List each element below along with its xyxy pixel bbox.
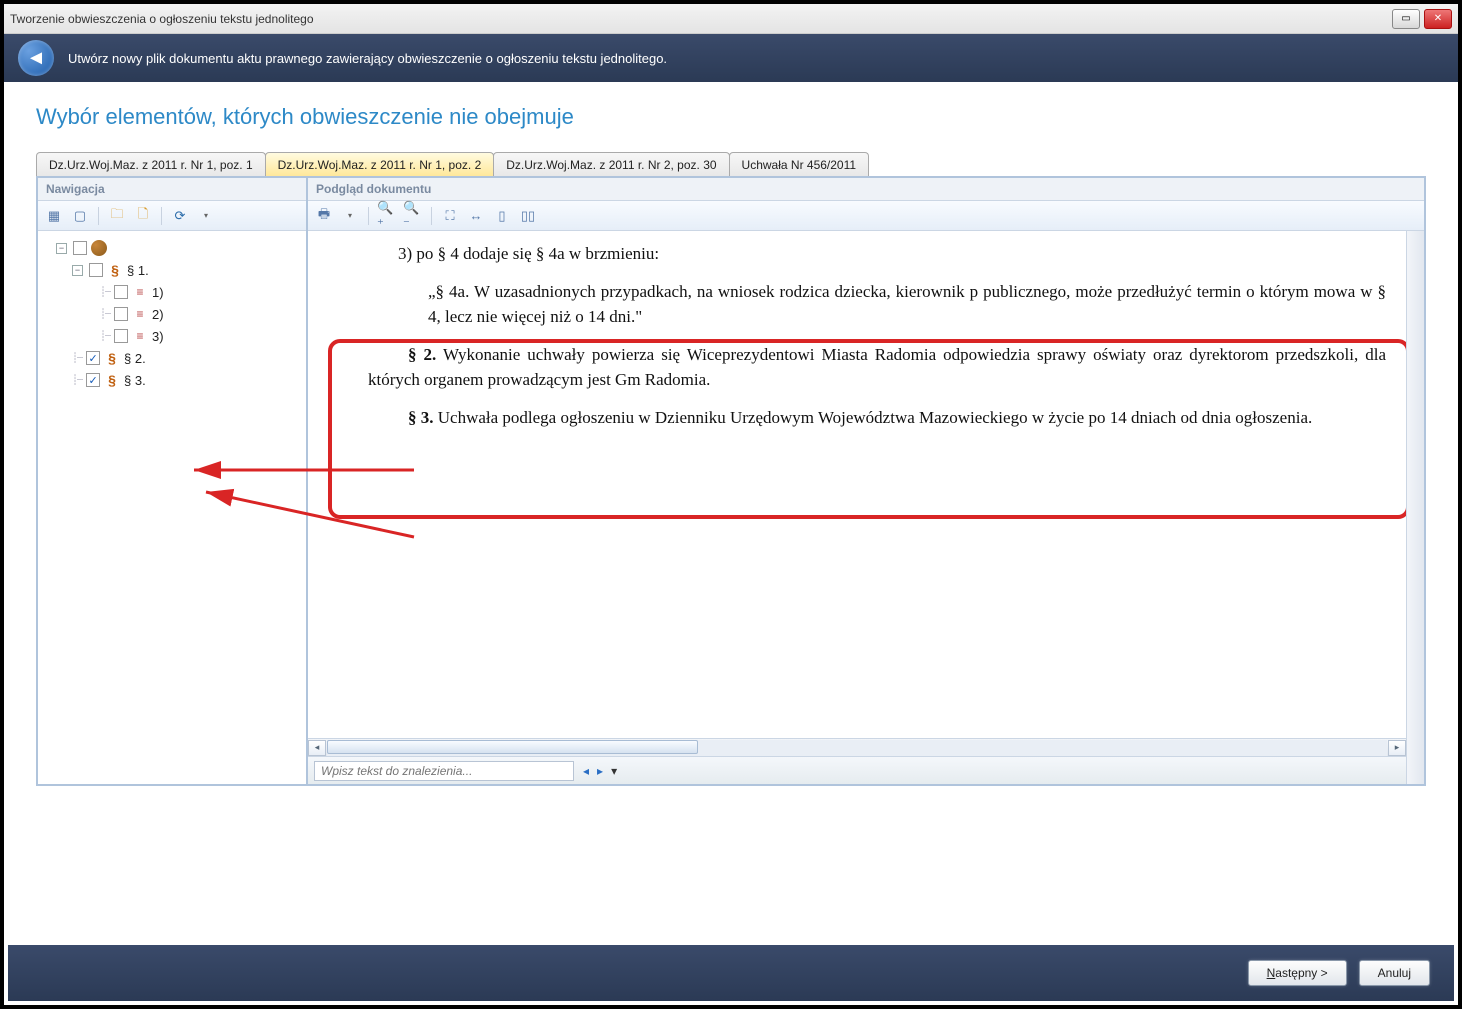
scroll-left-icon[interactable]: ◂ (308, 740, 326, 756)
nav-tool-folder-icon[interactable]: 🗀 (107, 206, 127, 226)
paragraph-icon: § (104, 350, 120, 366)
toolbar-separator (431, 207, 432, 225)
titlebar: Tworzenie obwieszczenia o ogłoszeniu tek… (4, 4, 1458, 34)
tree-row-s1-1[interactable]: ┊┄ ✓ ≡ 1) (44, 281, 300, 303)
nav-tool-dropdown-icon[interactable]: ▾ (196, 206, 216, 226)
tree-collapse-icon[interactable]: − (56, 243, 67, 254)
cancel-button[interactable]: Anuluj (1359, 960, 1430, 986)
search-prev-icon[interactable]: ◂ (580, 764, 592, 778)
tree-row-s1-3[interactable]: ┊┄ ✓ ≡ 3) (44, 325, 300, 347)
tree-connector: ┊┄ (72, 375, 82, 386)
paragraph-icon: § (107, 262, 123, 278)
tree-checkbox-checked[interactable]: ✓ (86, 351, 100, 365)
search-input[interactable] (314, 761, 574, 781)
nav-tool-expand-icon[interactable]: ▦ (44, 206, 64, 226)
tree-row-s2[interactable]: ┊┄ ✓ § § 2. (44, 347, 300, 369)
close-button[interactable]: ✕ (1424, 9, 1452, 29)
nav-tool-collapse-icon[interactable]: ▢ (70, 206, 90, 226)
tree-checkbox-checked[interactable]: ✓ (86, 373, 100, 387)
tree-connector: ┊┄ (100, 287, 110, 298)
doc-view[interactable]: 3) po § 4 dodaje się § 4a w brzmieniu: „… (308, 231, 1406, 738)
horizontal-scrollbar[interactable]: ◂ ▸ (308, 738, 1406, 756)
print-icon[interactable]: 🖶 (314, 206, 334, 226)
list-icon: ≡ (132, 306, 148, 322)
footer-bar: Następny > Anuluj (8, 945, 1454, 1001)
doc-s2-text: Wykonanie uchwały powierza się Wiceprezy… (368, 345, 1386, 390)
tree-checkbox[interactable]: ✓ (73, 241, 87, 255)
globe-icon (91, 240, 107, 256)
tree-checkbox[interactable]: ✓ (114, 285, 128, 299)
tree-connector: ┊┄ (100, 309, 110, 320)
tree-row-s3[interactable]: ┊┄ ✓ § § 3. (44, 369, 300, 391)
banner: ◄ Utwórz nowy plik dokumentu aktu prawne… (4, 34, 1458, 82)
tab-0[interactable]: Dz.Urz.Woj.Maz. z 2011 r. Nr 1, poz. 1 (36, 152, 266, 176)
back-button[interactable]: ◄ (18, 40, 54, 76)
tab-2[interactable]: Dz.Urz.Woj.Maz. z 2011 r. Nr 2, poz. 30 (493, 152, 729, 176)
scroll-right-icon[interactable]: ▸ (1388, 740, 1406, 756)
tree-connector: ┊┄ (100, 331, 110, 342)
tree-label: § 3. (124, 373, 146, 388)
fit-width-icon[interactable]: ↔ (466, 206, 486, 226)
tree-label: § 2. (124, 351, 146, 366)
tree-label: § 1. (127, 263, 149, 278)
vertical-scrollbar[interactable] (1406, 231, 1424, 784)
nav-tree: − ✓ − ✓ § § 1. ┊┄ ✓ ≡ 1) ┊┄ (38, 231, 306, 784)
tab-1[interactable]: Dz.Urz.Woj.Maz. z 2011 r. Nr 1, poz. 2 (265, 152, 495, 176)
tree-checkbox[interactable]: ✓ (114, 329, 128, 343)
doc-toolbar: 🖶 ▾ 🔍⁺ 🔍⁻ ⛶ ↔ ▯ ▯▯ (308, 201, 1424, 231)
zoom-out-icon[interactable]: 🔍⁻ (403, 206, 423, 226)
search-next-icon[interactable]: ▸ (594, 764, 606, 778)
minimize-button[interactable]: ▭ (1392, 9, 1420, 29)
zoom-in-icon[interactable]: 🔍⁺ (377, 206, 397, 226)
section-title: Wybór elementów, których obwieszczenie n… (36, 104, 1426, 130)
list-icon: ≡ (132, 328, 148, 344)
doc-s3-num: § 3. (408, 408, 434, 427)
print-dropdown-icon[interactable]: ▾ (340, 206, 360, 226)
tabs-row: Dz.Urz.Woj.Maz. z 2011 r. Nr 1, poz. 1 D… (36, 152, 1426, 176)
toolbar-separator (368, 207, 369, 225)
doc-para-s3: § 3. Uchwała podlega ogłoszeniu w Dzienn… (328, 405, 1386, 431)
tree-label: 3) (152, 329, 164, 344)
doc-line-3: 3) po § 4 dodaje się § 4a w brzmieniu: (328, 241, 1386, 267)
tree-label: 1) (152, 285, 164, 300)
fit-page-icon[interactable]: ⛶ (440, 206, 460, 226)
single-page-icon[interactable]: ▯ (492, 206, 512, 226)
toolbar-separator (161, 207, 162, 225)
doc-para-s2: § 2. Wykonanie uchwały powierza się Wice… (328, 342, 1386, 393)
two-page-icon[interactable]: ▯▯ (518, 206, 538, 226)
doc-panel: Podgląd dokumentu 🖶 ▾ 🔍⁺ 🔍⁻ ⛶ ↔ ▯ ▯▯ 3) … (307, 177, 1425, 785)
tree-connector: ┊┄ (72, 353, 82, 364)
next-button[interactable]: Następny > (1248, 960, 1347, 986)
doc-line-4a: „§ 4a. W uzasadnionych przypadkach, na w… (328, 279, 1386, 330)
banner-text: Utwórz nowy plik dokumentu aktu prawnego… (68, 51, 667, 66)
tree-checkbox[interactable]: ✓ (114, 307, 128, 321)
tree-row-s1-2[interactable]: ┊┄ ✓ ≡ 2) (44, 303, 300, 325)
tree-collapse-icon[interactable]: − (72, 265, 83, 276)
doc-s2-num: § 2. (408, 345, 436, 364)
nav-toolbar: ▦ ▢ 🗀 🗋 ⟳ ▾ (38, 201, 306, 231)
nav-panel: Nawigacja ▦ ▢ 🗀 🗋 ⟳ ▾ − ✓ − ✓ (37, 177, 307, 785)
list-icon: ≡ (132, 284, 148, 300)
nav-tool-refresh-icon[interactable]: ⟳ (170, 206, 190, 226)
tree-row-root[interactable]: − ✓ (44, 237, 300, 259)
doc-s3-text: Uchwała podlega ogłoszeniu w Dzienniku U… (434, 408, 1313, 427)
tree-label: 2) (152, 307, 164, 322)
paragraph-icon: § (104, 372, 120, 388)
nav-tool-add-icon[interactable]: 🗋 (133, 206, 153, 226)
toolbar-separator (98, 207, 99, 225)
tree-row-s1[interactable]: − ✓ § § 1. (44, 259, 300, 281)
search-dropdown-icon[interactable]: ▾ (608, 764, 620, 778)
tree-checkbox[interactable]: ✓ (89, 263, 103, 277)
nav-panel-header: Nawigacja (38, 178, 306, 201)
search-bar: ◂ ▸ ▾ (308, 756, 1406, 784)
scroll-thumb[interactable] (327, 740, 698, 754)
tab-3[interactable]: Uchwała Nr 456/2011 (729, 152, 870, 176)
window-title: Tworzenie obwieszczenia o ogłoszeniu tek… (10, 12, 1392, 26)
doc-panel-header: Podgląd dokumentu (308, 178, 1424, 201)
scroll-track[interactable] (327, 740, 1387, 756)
